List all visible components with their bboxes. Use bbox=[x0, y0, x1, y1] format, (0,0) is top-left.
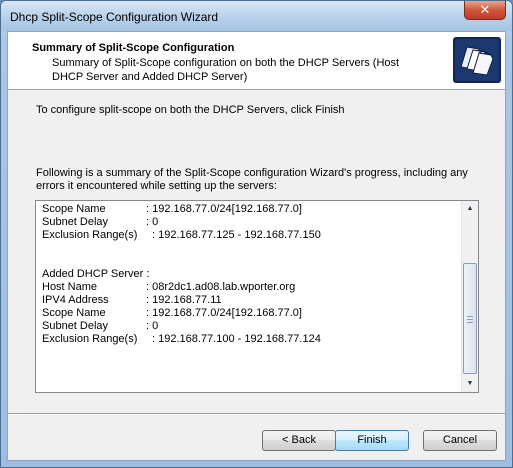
title-bar[interactable]: Dhcp Split-Scope Configuration Wizard ✕ bbox=[1, 1, 512, 31]
wizard-client-area: Summary of Split-Scope Configuration Sum… bbox=[7, 31, 506, 461]
back-button[interactable]: < Back bbox=[262, 430, 336, 451]
log-value: : 192.168.77.0/24[192.168.77.0] bbox=[146, 307, 302, 319]
log-line: Subnet Delay : 0 bbox=[42, 320, 460, 333]
log-value: : 08r2dc1.ad08.lab.wporter.org bbox=[146, 281, 296, 293]
instruction-text: To configure split-scope on both the DHC… bbox=[36, 104, 345, 116]
log-value: : 0 bbox=[146, 320, 159, 332]
wizard-header: Summary of Split-Scope Configuration Sum… bbox=[8, 32, 505, 90]
log-value: : 192.168.77.11 bbox=[146, 294, 222, 306]
log-line: IPV4 Address : 192.168.77.11 bbox=[42, 294, 460, 307]
log-value: : 192.168.77.125 - 192.168.77.150 bbox=[152, 229, 321, 241]
log-key: Exclusion Range(s) bbox=[42, 333, 138, 345]
finish-button[interactable]: Finish bbox=[335, 430, 409, 451]
log-line: Added DHCP Server : bbox=[42, 268, 460, 281]
scroll-up-icon[interactable]: ▲ bbox=[462, 201, 478, 217]
log-line: Host Name : 08r2dc1.ad08.lab.wporter.org bbox=[42, 281, 460, 294]
close-button[interactable]: ✕ bbox=[464, 1, 506, 20]
log-line: Exclusion Range(s) : 192.168.77.125 - 192… bbox=[42, 229, 460, 242]
log-value: : 192.168.77.0/24[192.168.77.0] bbox=[146, 203, 302, 215]
page-description: Summary of Split-Scope configuration on … bbox=[52, 57, 400, 83]
log-key: Added DHCP Server : bbox=[42, 268, 150, 280]
log-key: Scope Name bbox=[42, 203, 106, 215]
vertical-scrollbar[interactable]: ▲ ▼ bbox=[461, 201, 478, 392]
log-key: Exclusion Range(s) bbox=[42, 229, 138, 241]
log-key: Host Name bbox=[42, 281, 98, 293]
grip-icon bbox=[467, 316, 473, 323]
summary-log-box[interactable]: Scope Name : 192.168.77.0/24[192.168.77.0… bbox=[35, 200, 479, 393]
summary-intro-text: Following is a summary of the Split-Scop… bbox=[36, 167, 468, 192]
scroll-down-icon[interactable]: ▼ bbox=[462, 376, 478, 392]
summary-log-content: Scope Name : 192.168.77.0/24[192.168.77.0… bbox=[42, 203, 460, 346]
log-key: Subnet Delay bbox=[42, 216, 109, 228]
log-line: Scope Name : 192.168.77.0/24[192.168.77.0… bbox=[42, 307, 460, 320]
wizard-window: Dhcp Split-Scope Configuration Wizard ✕ … bbox=[0, 0, 513, 468]
close-icon: ✕ bbox=[479, 2, 491, 17]
log-key: Scope Name bbox=[42, 307, 106, 319]
cancel-button[interactable]: Cancel bbox=[423, 430, 497, 451]
folders-icon bbox=[453, 37, 501, 83]
log-key: Subnet Delay bbox=[42, 320, 109, 332]
page-title: Summary of Split-Scope Configuration bbox=[32, 42, 235, 54]
log-value: : 0 bbox=[146, 216, 159, 228]
log-line: Scope Name : 192.168.77.0/24[192.168.77.0… bbox=[42, 203, 460, 216]
log-line: Subnet Delay : 0 bbox=[42, 216, 460, 229]
log-line: Exclusion Range(s) : 192.168.77.100 - 192… bbox=[42, 333, 460, 346]
window-title: Dhcp Split-Scope Configuration Wizard bbox=[10, 10, 219, 24]
footer-divider bbox=[8, 413, 505, 415]
scroll-thumb[interactable] bbox=[463, 263, 477, 374]
log-key: IPV4 Address bbox=[42, 294, 109, 306]
log-value: : 192.168.77.100 - 192.168.77.124 bbox=[152, 333, 321, 345]
